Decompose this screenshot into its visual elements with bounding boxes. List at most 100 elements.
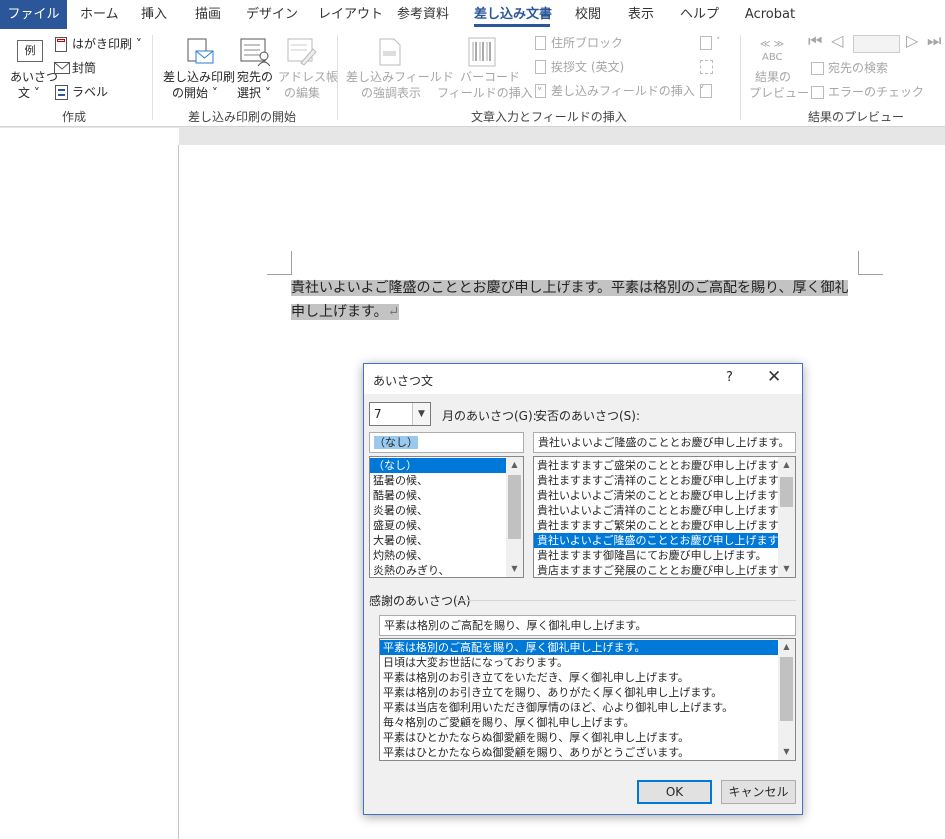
month-greeting-list[interactable]: （なし） 猛暑の候、 酷暑の候、 炎暑の候、 盛夏の候、 大暑の候、 灼熱の候、… [369, 456, 524, 578]
postcard-button[interactable]: はがき印刷 ˅ [72, 37, 142, 52]
tab-file[interactable]: ファイル [0, 0, 67, 29]
anpi-greeting-value: 貴社いよいよご隆盛のこととお慶び申し上げます。 [538, 436, 790, 449]
find-recipient-button[interactable]: 宛先の検索 [828, 61, 888, 76]
preview-results-label-2[interactable]: プレビュー [749, 86, 809, 101]
address-block-icon [535, 36, 546, 50]
highlight-fields-label-2[interactable]: の強調表示 [361, 86, 421, 101]
list-item[interactable]: 毎々格別のご愛顧を賜り、厚く御礼申し上げます。 [380, 715, 795, 730]
tab-layout[interactable]: レイアウト [318, 0, 383, 29]
label-button[interactable]: ラベル [72, 85, 108, 100]
scroll-thumb[interactable] [780, 477, 793, 507]
edit-address-list-label-2[interactable]: の編集 [284, 86, 320, 101]
list-item[interactable]: 酷暑の候、 [370, 488, 523, 503]
list-item[interactable]: 炎熱のみぎり、 [370, 563, 523, 577]
list-item[interactable]: 貴社ますますご盛栄のこととお慶び申し上げます。 [534, 458, 795, 473]
check-errors-icon [811, 86, 824, 99]
tab-view[interactable]: 表示 [627, 0, 655, 29]
anpi-greeting-list[interactable]: 貴社ますますご盛栄のこととお慶び申し上げます。 貴社ますますご清祥のこととお慶び… [533, 456, 796, 578]
paragraph-mark: ↵ [387, 304, 400, 320]
previous-record-icon[interactable]: ◁ [831, 33, 843, 49]
list-item[interactable]: 大暑の候、 [370, 533, 523, 548]
thanks-greeting-list[interactable]: 平素は格別のご高配を賜り、厚く御礼申し上げます。 日頃は大変お世話になっておりま… [379, 638, 796, 761]
greeting-button-label-2[interactable]: 文 ˅ [18, 86, 40, 101]
scroll-thumb[interactable] [780, 657, 793, 721]
rules-dropdown-icon[interactable]: ˅ [716, 35, 721, 50]
list-item[interactable]: 猛暑の候、 [370, 473, 523, 488]
scroll-up-icon[interactable]: ▲ [778, 457, 795, 473]
list-item[interactable]: 平素は当店を御利用いただき御厚情のほど、心より御礼申し上げます。 [380, 700, 795, 715]
scrollbar[interactable]: ▲ ▼ [778, 457, 795, 577]
list-item[interactable]: 平素は格別のお引き立てをいただき、厚く御礼申し上げます。 [380, 670, 795, 685]
tab-acrobat[interactable]: Acrobat [744, 0, 796, 29]
list-item[interactable]: 貴社ますます御隆昌にてお慶び申し上げます。 [534, 548, 795, 563]
tab-mailings[interactable]: 差し込み文書 [474, 0, 552, 29]
start-merge-icon [187, 38, 214, 64]
thanks-greeting-input[interactable]: 平素は格別のご高配を賜り、厚く御礼申し上げます。 [379, 615, 796, 636]
list-item[interactable]: 貴社ますますご清祥のこととお慶び申し上げます。 [534, 473, 795, 488]
barcode-label-2[interactable]: フィールドの挿入 ˅ [437, 86, 543, 101]
tab-draw[interactable]: 描画 [194, 0, 222, 29]
cancel-button[interactable]: キャンセル [721, 780, 796, 804]
update-labels-icon[interactable] [700, 84, 712, 98]
scroll-up-icon[interactable]: ▲ [778, 639, 795, 655]
list-item[interactable]: 平素はひとかたならぬ御愛顧を賜り、厚く御礼申し上げます。 [380, 730, 795, 745]
next-record-icon[interactable]: ▷ [906, 33, 918, 49]
list-item[interactable]: 貴社いよいよご清栄のこととお慶び申し上げます。 [534, 488, 795, 503]
record-number-input[interactable] [853, 35, 900, 53]
greeting-button-label-1[interactable]: あいさつ [10, 70, 58, 85]
match-fields-icon[interactable] [700, 60, 713, 74]
list-item[interactable]: 貴社ますますご繁栄のこととお慶び申し上げます。 [534, 518, 795, 533]
check-errors-button[interactable]: エラーのチェック [828, 85, 924, 100]
last-record-icon[interactable]: ⏭ [927, 33, 941, 49]
list-item[interactable]: 日頃は大変お世話になっております。 [380, 655, 795, 670]
tab-design[interactable]: デザイン [246, 0, 298, 29]
start-merge-label-2[interactable]: の開始 ˅ [172, 86, 218, 101]
ok-button[interactable]: OK [637, 780, 712, 804]
list-item[interactable]: 平素は格別のご高配を賜り、厚く御礼申し上げます。 [380, 640, 778, 655]
insert-merge-field-button[interactable]: 差し込みフィールドの挿入 ˅ [551, 84, 705, 99]
barcode-label-1[interactable]: バーコード [460, 70, 520, 85]
close-button[interactable]: ✕ [767, 368, 781, 386]
list-item[interactable]: 炎暑の候、 [370, 503, 523, 518]
tab-references[interactable]: 参考資料 [396, 0, 450, 29]
select-recipients-label-1[interactable]: 宛先の [237, 70, 273, 85]
list-item[interactable]: 貴社いよいよご隆盛のこととお慶び申し上げます。 [534, 533, 788, 548]
list-item[interactable]: 貴社いよいよご清祥のこととお慶び申し上げます。 [534, 503, 795, 518]
month-greeting-input[interactable]: （なし） [369, 432, 524, 453]
list-item[interactable]: 灼熱の候、 [370, 548, 523, 563]
list-item[interactable]: 盛夏の候、 [370, 518, 523, 533]
scrollbar[interactable]: ▲ ▼ [778, 639, 795, 760]
month-select[interactable]: 7 ▼ [369, 402, 431, 426]
help-button[interactable]: ? [726, 370, 733, 385]
list-item[interactable]: 平素は格別のお引き立てを賜り、ありがたく厚く御礼申し上げます。 [380, 685, 795, 700]
list-item[interactable]: 貴店ますますご発展のこととお慶び申し上げます。 [534, 563, 795, 577]
preview-results-label-1[interactable]: 結果の [755, 70, 791, 85]
chevron-down-icon[interactable]: ▼ [412, 403, 430, 425]
scroll-down-icon[interactable]: ▼ [778, 561, 795, 577]
envelope-icon [54, 62, 70, 74]
document-body-text[interactable]: 貴社いよいよご隆盛のこととお慶び申し上げます。平素は格別のご高配を賜り、厚く御礼… [291, 276, 861, 324]
scroll-up-icon[interactable]: ▲ [506, 457, 523, 473]
scroll-thumb[interactable] [508, 475, 521, 539]
tab-review[interactable]: 校閲 [574, 0, 602, 29]
start-merge-label-1[interactable]: 差し込み印刷 [163, 70, 235, 85]
first-record-icon[interactable]: ⏮ [808, 33, 822, 49]
select-recipients-label-2[interactable]: 選択 ˅ [237, 86, 271, 101]
scrollbar[interactable]: ▲ ▼ [506, 457, 523, 577]
envelope-button[interactable]: 封筒 [72, 61, 96, 76]
edit-address-list-label-1[interactable]: アドレス帳 [278, 70, 338, 85]
margin-mark [858, 274, 883, 275]
anpi-greeting-input[interactable]: 貴社いよいよご隆盛のこととお慶び申し上げます。 [533, 432, 796, 453]
greeting-line-button[interactable]: 挨拶文 (英文) [551, 60, 624, 75]
list-item[interactable]: （なし） [370, 458, 506, 473]
highlight-fields-label-1[interactable]: 差し込みフィールド [346, 70, 454, 85]
rules-icon[interactable] [700, 36, 712, 50]
tab-home[interactable]: ホーム [80, 0, 119, 29]
address-block-button[interactable]: 住所ブロック [551, 36, 623, 51]
scroll-down-icon[interactable]: ▼ [506, 561, 523, 577]
list-item[interactable]: 平素はひとかたならぬ御愛顧を賜り、ありがとうございます。 [380, 745, 795, 760]
scroll-down-icon[interactable]: ▼ [778, 744, 795, 760]
tab-insert[interactable]: 挿入 [140, 0, 168, 29]
tab-help[interactable]: ヘルプ [680, 0, 719, 29]
group-write-insert-label: 文章入力とフィールドの挿入 [471, 110, 627, 124]
